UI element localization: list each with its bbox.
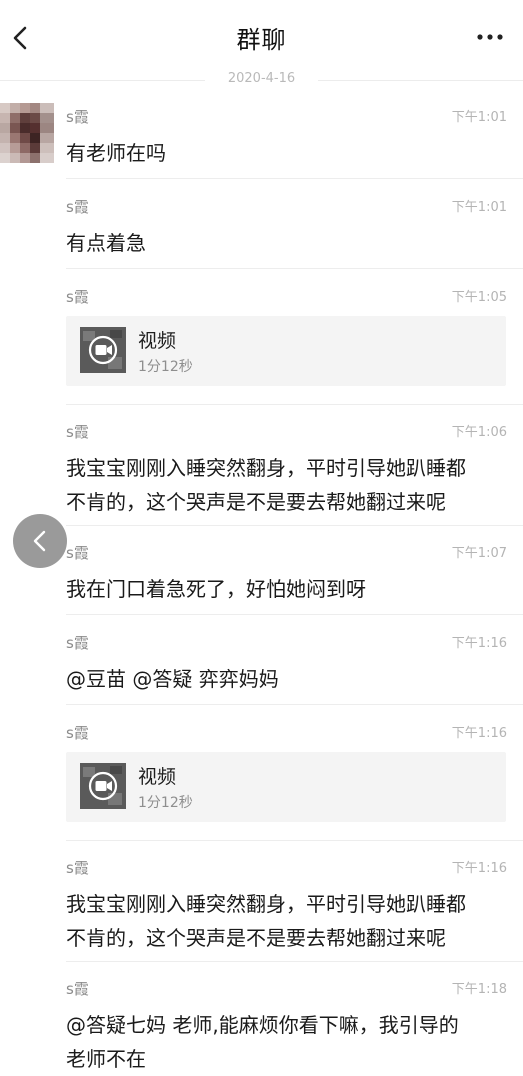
video-message-card[interactable]: 视频 1分12秒: [66, 752, 506, 822]
message-line: 我宝宝刚刚入睡突然翻身，平时引导她趴睡都: [66, 892, 466, 916]
message-time: 下午1:18: [451, 982, 507, 997]
more-dots-icon: [477, 34, 503, 40]
message-item: s霞 下午1:01 有点着急: [66, 196, 523, 269]
message-time: 下午1:06: [451, 425, 507, 440]
message-text: 有老师在吗: [66, 141, 166, 165]
message-time: 下午1:16: [451, 636, 507, 651]
sender-name: s霞: [66, 859, 89, 877]
sender-name: s霞: [66, 198, 89, 216]
message-text: 我宝宝刚刚入睡突然翻身，平时引导她趴睡都 不肯的，这个哭声是不是要去帮她翻过来呢: [66, 451, 509, 519]
message-line: 我宝宝刚刚入睡突然翻身，平时引导她趴睡都: [66, 456, 466, 480]
message-line: 不肯的，这个哭声是不是要去帮她翻过来呢: [66, 926, 446, 950]
more-button[interactable]: [475, 22, 505, 52]
message-line: 不肯的，这个哭声是不是要去帮她翻过来呢: [66, 490, 446, 514]
avatar[interactable]: [0, 103, 54, 163]
message-time: 下午1:16: [451, 726, 507, 741]
video-label: 视频: [138, 766, 177, 788]
message-time: 下午1:16: [451, 861, 507, 876]
video-message-card[interactable]: 视频 1分12秒: [66, 316, 506, 386]
sender-name: s霞: [66, 980, 89, 998]
sender-name: s霞: [66, 634, 89, 652]
message-time: 下午1:01: [451, 200, 507, 215]
video-duration: 1分12秒: [138, 795, 193, 811]
message-line: @答疑七妈 老师,能麻烦你看下嘛，我引导的: [66, 1013, 459, 1037]
message-text: 我宝宝刚刚入睡突然翻身，平时引导她趴睡都 不肯的，这个哭声是不是要去帮她翻过来呢: [66, 887, 509, 955]
message-text: 有点着急: [66, 231, 146, 255]
page-title: 群聊: [236, 26, 287, 54]
sender-name: s霞: [66, 423, 89, 441]
message-item: s霞 下午1:16 @豆苗 @答疑 弈弈妈妈: [66, 632, 523, 705]
message-line: 老师不在: [66, 1047, 146, 1071]
video-label: 视频: [138, 330, 177, 352]
floating-back-button[interactable]: [13, 514, 67, 568]
message-item: s霞 下午1:05 视频 1分12秒: [66, 286, 523, 405]
sender-name: s霞: [66, 724, 89, 742]
avatar-image: [0, 103, 54, 163]
sender-name: s霞: [66, 108, 89, 126]
video-duration: 1分12秒: [138, 359, 193, 375]
video-thumbnail: [80, 327, 126, 373]
date-separator: 2020-4-16: [0, 71, 523, 91]
sender-name: s霞: [66, 544, 89, 562]
video-camera-icon: [80, 327, 126, 373]
video-camera-icon: [80, 763, 126, 809]
message-item: s霞 下午1:18 @答疑七妈 老师,能麻烦你看下嘛，我引导的 老师不在: [66, 978, 523, 1071]
message-item: s霞 下午1:01 有老师在吗: [66, 106, 523, 179]
message-item: s霞 下午1:16 我宝宝刚刚入睡突然翻身，平时引导她趴睡都 不肯的，这个哭声是…: [66, 857, 523, 962]
message-time: 下午1:07: [451, 546, 507, 561]
message-time: 下午1:05: [451, 290, 507, 305]
message-text: 我在门口着急死了，好怕她闷到呀: [66, 577, 366, 601]
message-time: 下午1:01: [451, 110, 507, 125]
date-text: 2020-4-16: [227, 71, 296, 86]
video-thumbnail: [80, 763, 126, 809]
top-nav-bar: 群聊: [0, 0, 523, 72]
sender-name: s霞: [66, 288, 89, 306]
divider: [318, 80, 523, 81]
message-item: s霞 下午1:16 视频 1分12秒: [66, 722, 523, 841]
message-text: @豆苗 @答疑 弈弈妈妈: [66, 667, 279, 691]
message-item: s霞 下午1:06 我宝宝刚刚入睡突然翻身，平时引导她趴睡都 不肯的，这个哭声是…: [66, 421, 523, 526]
chevron-left-icon: [33, 530, 46, 552]
message-item: s霞 下午1:07 我在门口着急死了，好怕她闷到呀: [66, 542, 523, 615]
